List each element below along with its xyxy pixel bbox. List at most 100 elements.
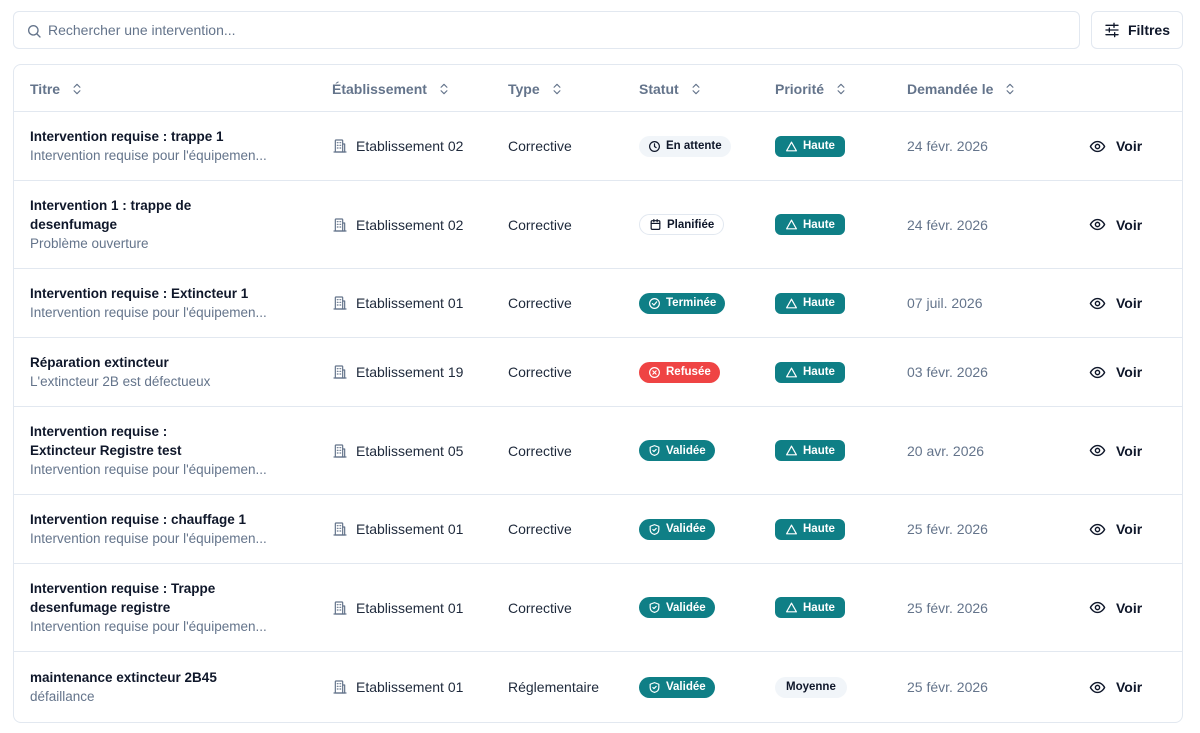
type-cell: Corrective [508,181,572,268]
building-icon [332,138,348,154]
status-label: En attente [666,140,722,152]
column-header-type[interactable]: Type [508,65,564,112]
intervention-description: Intervention requise pour l'équipemen... [30,619,267,634]
building-icon [332,679,348,695]
type-cell: Corrective [508,564,572,651]
search-icon [28,25,41,38]
intervention-type: Corrective [508,216,572,233]
date-cell: 20 avr. 2026 [907,407,984,494]
etablissement-cell: Etablissement 01 [332,564,463,651]
view-button[interactable]: Voir [1089,495,1142,563]
intervention-description: Intervention requise pour l'équipemen... [30,305,267,320]
column-header-statut[interactable]: Statut [639,65,703,112]
view-button[interactable]: Voir [1089,564,1142,651]
etablissement-name: Etablissement 01 [356,295,464,311]
intervention-description: Intervention requise pour l'équipemen... [30,462,267,477]
table-row[interactable]: Intervention requise : Extincteur 1 Inte… [14,269,1182,338]
status-cell: Validée [639,564,715,651]
priority-label: Haute [803,523,835,535]
table-row[interactable]: Réparation extincteur L'extincteur 2B es… [14,338,1182,407]
etablissement-name: Etablissement 01 [356,599,464,616]
table-row[interactable]: Intervention requise : trappe 1 Interven… [14,112,1182,181]
alert-triangle-icon [785,218,798,231]
view-button[interactable]: Voir [1089,338,1142,406]
intervention-type: Corrective [508,364,572,380]
priority-badge: Haute [775,518,845,540]
priority-label: Haute [803,366,835,378]
view-button[interactable]: Voir [1089,269,1142,337]
view-label: Voir [1116,138,1143,154]
eye-icon [1089,295,1106,312]
view-label: Voir [1116,364,1143,380]
table-row[interactable]: Intervention 1 : trappe de desenfumage P… [14,181,1182,269]
alert-triangle-icon [785,366,798,379]
status-badge: Refusée [639,361,720,383]
status-badge: En attente [639,135,731,157]
view-button[interactable]: Voir [1089,407,1142,494]
etablissement-cell: Etablissement 01 [332,495,463,563]
status-badge: Terminée [639,292,726,314]
intervention-title: Intervention requise : Trappe desenfumag… [30,581,216,615]
intervention-description: L'extincteur 2B est défectueux [30,374,211,389]
status-badge: Validée [639,518,715,540]
column-label: Priorité [775,80,825,97]
view-button[interactable]: Voir [1089,181,1142,268]
date-cell: 25 févr. 2026 [907,495,988,563]
intervention-description: défaillance [30,689,95,704]
intervention-description: Intervention requise pour l'équipemen... [30,148,267,163]
table-row[interactable]: Intervention requise : Trappe desenfumag… [14,564,1182,652]
column-header-etablissement[interactable]: Établissement [332,65,451,112]
status-badge: Validée [639,440,715,461]
table-row[interactable]: maintenance extincteur 2B45 défaillance … [14,652,1182,722]
etablissement-name: Etablissement 02 [356,216,464,233]
status-cell: Validée [639,495,715,563]
type-cell: Corrective [508,338,572,406]
priority-cell: Haute [775,407,845,494]
priority-badge: Haute [775,292,845,314]
status-label: Validée [666,444,706,457]
column-header-date[interactable]: Demandée le [907,65,1017,112]
priority-badge: Haute [775,597,845,618]
building-icon [332,521,348,537]
etablissement-name: Etablissement 05 [356,442,464,459]
view-button[interactable]: Voir [1089,652,1142,722]
table-row[interactable]: Intervention requise : Extincteur Regist… [14,407,1182,495]
alert-triangle-icon [785,297,798,310]
search-box[interactable] [13,11,1080,49]
interventions-table: Titre Établissement Type Statut Priorité… [13,64,1183,723]
date-cell: 24 févr. 2026 [907,112,988,180]
column-header-title[interactable]: Titre [30,65,84,112]
eye-icon [1089,679,1106,696]
priority-badge: Haute [775,214,845,235]
intervention-type: Réglementaire [508,679,600,695]
requested-date: 07 juil. 2026 [907,295,983,311]
column-header-priorite[interactable]: Priorité [775,65,848,112]
etablissement-cell: Etablissement 05 [332,407,463,494]
title-cell: Intervention 1 : trappe de desenfumage P… [30,181,320,268]
building-icon [332,295,348,311]
search-input[interactable] [48,12,1068,48]
status-label: Planifiée [667,218,715,231]
sort-icon [440,83,448,94]
column-label: Titre [30,80,61,97]
etablissement-cell: Etablissement 19 [332,338,463,406]
view-label: Voir [1116,216,1143,233]
sort-icon [73,83,81,94]
sort-icon [837,83,845,94]
intervention-description: Intervention requise pour l'équipemen... [30,531,267,546]
sort-icon [553,83,561,94]
eye-icon [1089,138,1106,155]
requested-date: 25 févr. 2026 [907,599,988,616]
building-icon [332,364,348,380]
status-label: Refusée [666,366,711,378]
view-button[interactable]: Voir [1089,112,1142,180]
etablissement-name: Etablissement 01 [356,521,464,537]
intervention-type: Corrective [508,295,572,311]
sort-icon [692,83,700,94]
priority-cell: Haute [775,269,845,337]
date-cell: 03 févr. 2026 [907,338,988,406]
filters-button[interactable]: Filtres [1091,11,1183,49]
etablissement-cell: Etablissement 01 [332,269,463,337]
table-row[interactable]: Intervention requise : chauffage 1 Inter… [14,495,1182,564]
date-cell: 25 févr. 2026 [907,652,988,722]
